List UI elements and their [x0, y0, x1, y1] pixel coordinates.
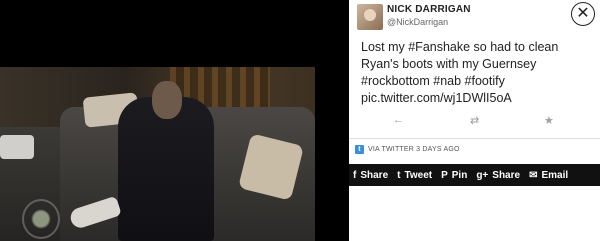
glass-table [22, 199, 60, 239]
share-bar: f Share t Tweet P Pin g+ Share ✉ Email [349, 164, 600, 186]
person-head [152, 81, 182, 119]
facebook-share-button[interactable]: f Share [353, 164, 388, 186]
tweet-button[interactable]: t Tweet [397, 164, 432, 186]
tweet-text: Lost my #Fanshake so had to clean Ryan's… [361, 39, 596, 107]
google-plus-icon: g+ [476, 169, 489, 181]
user-handle[interactable]: @NickDarrigan [387, 17, 448, 27]
tweet-line[interactable]: pic.twitter.com/wj1DWlI5oA [361, 90, 596, 107]
tweet-line[interactable]: #rockbottom #nab #footify [361, 73, 596, 90]
close-icon: ✕ [576, 5, 590, 22]
twitter-icon: t [355, 145, 364, 154]
close-button[interactable]: ✕ [571, 2, 595, 26]
video-frame[interactable] [0, 67, 315, 241]
cushion [0, 135, 34, 159]
tweet-line: Lost my #Fanshake so had to clean [361, 40, 559, 54]
share-label: Share [492, 169, 521, 181]
email-button[interactable]: ✉ Email [529, 164, 568, 186]
retweet-icon[interactable]: ⇄ [470, 114, 479, 127]
avatar[interactable] [357, 4, 383, 30]
envelope-icon: ✉ [529, 169, 538, 181]
pinterest-icon: P [441, 169, 448, 181]
star-icon[interactable]: ★ [544, 114, 554, 127]
twitter-bird-icon: t [397, 169, 401, 181]
source-line: t VIA TWITTER 3 DAYS AGO [355, 145, 460, 154]
share-label: Share [360, 169, 389, 181]
tweet-actions: ← ⇄ ★ [349, 114, 600, 132]
share-label: Email [541, 169, 569, 181]
pinterest-button[interactable]: P Pin [441, 164, 467, 186]
facebook-icon: f [353, 169, 357, 181]
google-plus-share-button[interactable]: g+ Share [476, 164, 520, 186]
media-pane [0, 0, 349, 241]
share-label: Pin [451, 169, 468, 181]
divider [349, 138, 600, 139]
reply-icon[interactable]: ← [393, 114, 404, 126]
share-label: Tweet [404, 169, 433, 181]
user-name[interactable]: NICK DARRIGAN [387, 4, 471, 15]
tweet-line: Ryan's boots with my Guernsey [361, 57, 537, 71]
source-text: VIA TWITTER 3 DAYS AGO [368, 146, 460, 153]
tweet-card: NICK DARRIGAN @NickDarrigan ✕ Lost my #F… [349, 0, 600, 241]
